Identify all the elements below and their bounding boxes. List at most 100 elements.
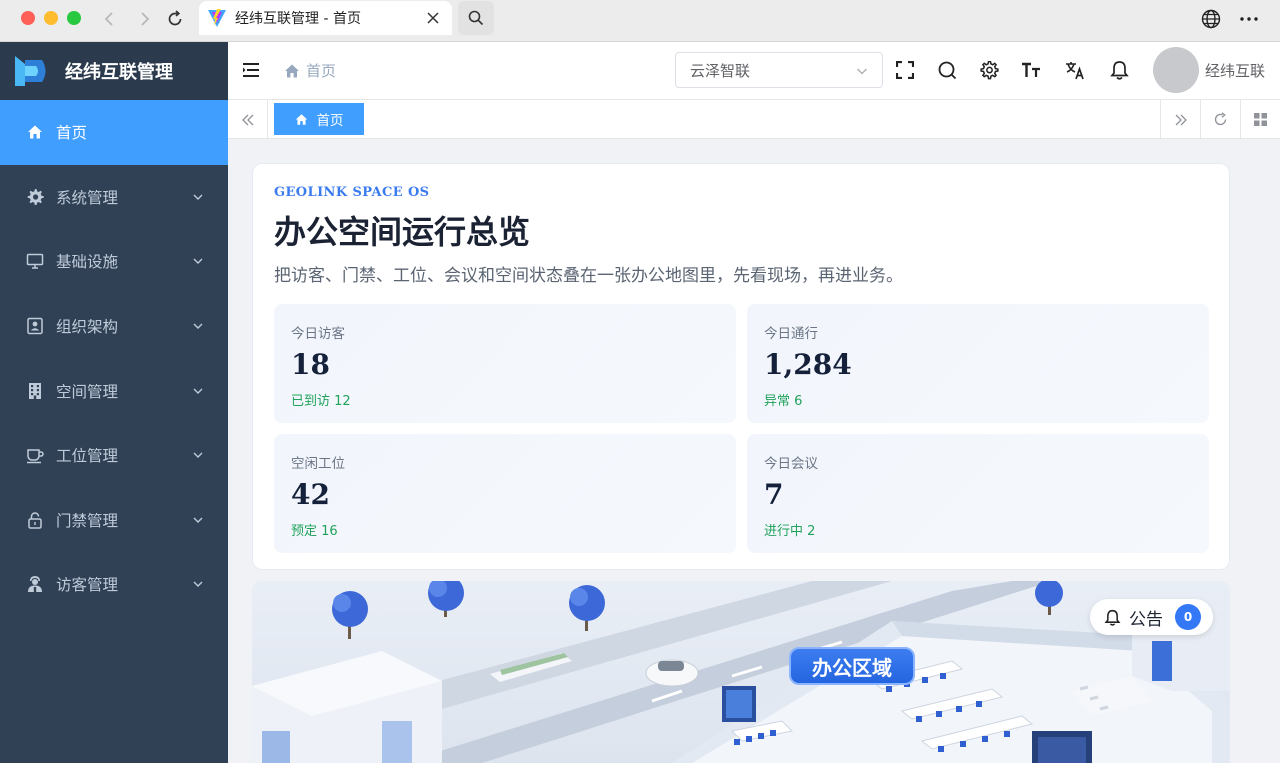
gear-icon [26,188,44,206]
window-maximize-button[interactable] [67,11,81,25]
browser-tab[interactable]: 经纬互联管理 - 首页 [199,1,452,35]
cup-icon [26,446,44,464]
sidebar-item-infrastructure[interactable]: 基础设施 [0,229,228,294]
window-minimize-button[interactable] [44,11,58,25]
more-menu-button[interactable] [1236,6,1262,32]
browser-chrome: 经纬互联管理 - 首页 [0,0,1280,42]
sidebar-item-workstation[interactable]: 工位管理 [0,423,228,488]
chevron-down-icon [193,323,203,330]
reload-icon [168,10,182,26]
stat-value: 42 [291,478,330,511]
fullscreen-icon [896,61,914,79]
tenant-select[interactable]: 云泽智联 [675,52,883,88]
stat-label: 今日通行 [764,326,818,342]
stat-sub: 异常 6 [764,394,803,409]
fullscreen-button[interactable] [894,59,916,81]
back-button[interactable] [96,6,122,32]
sidebar-item-access[interactable]: 门禁管理 [0,488,228,553]
avatar[interactable] [1153,47,1199,93]
bell-icon [1109,61,1129,80]
breadcrumb-label: 首页 [306,62,337,80]
home-icon [26,123,44,141]
window-close-button[interactable] [21,11,35,25]
gear-icon [979,60,999,79]
notification-button[interactable] [1108,59,1130,81]
search-icon [938,61,956,79]
top-header: 首页 云泽智联 经纬互联 [228,42,1280,100]
reload-button[interactable] [162,6,188,32]
font-size-icon [1022,62,1040,77]
brand[interactable]: 经纬互联管理 [0,42,228,100]
overview-eyebrow: GEOLINK SPACE OS [274,185,430,200]
breadcrumb[interactable]: 首页 [284,60,336,81]
sidebar-item-visitor[interactable]: 访客管理 [0,552,228,617]
sidebar: 经纬互联管理 首页 系统管理 基础设施 组织架构 空间管理 工位管理 门禁管理 … [0,42,228,763]
chevron-down-icon [193,258,203,265]
stat-sub: 进行中 2 [764,524,816,539]
stat-card-visitors[interactable]: 今日访客 18 已到访 12 [274,304,736,423]
chevron-down-icon [193,388,203,394]
tab-search-button[interactable] [458,1,494,35]
sidebar-item-space[interactable]: 空间管理 [0,358,228,423]
more-dots-icon [1240,17,1258,21]
area-label-office[interactable]: 办公区域 [789,647,915,685]
stat-label: 空闲工位 [291,456,345,472]
stat-value: 7 [764,478,784,511]
chevron-down-icon [193,517,203,523]
stat-label: 今日会议 [764,456,818,472]
search-icon [468,10,484,26]
tag-home[interactable]: 首页 [274,103,364,135]
scroll-tags-left-button[interactable] [228,100,268,139]
lock-icon [26,511,44,529]
visitor-icon [26,575,44,593]
id-card-icon [26,317,44,335]
office-map[interactable]: 办公区域 公告 0 [252,581,1230,763]
home-icon [285,64,299,77]
tab-close-button[interactable] [420,5,446,31]
sidebar-item-system[interactable]: 系统管理 [0,165,228,230]
sidebar-item-label: 基础设施 [56,253,119,272]
chevron-right-icon [141,12,150,26]
sidebar-item-home[interactable]: 首页 [0,100,228,165]
chevron-down-icon [193,581,203,588]
stat-value: 1,284 [764,348,852,381]
stat-value: 18 [291,348,330,381]
grid-icon [1254,113,1267,126]
header-search-button[interactable] [936,59,958,81]
building-icon [26,382,44,400]
stat-card-access[interactable]: 今日通行 1,284 异常 6 [747,304,1209,423]
overview-description: 把访客、门禁、工位、会议和空间状态叠在一张办公地图里，先看现场，再进业务。 [274,266,903,286]
translate-icon [1066,62,1084,80]
monitor-icon [26,252,44,270]
refresh-icon [1214,112,1227,126]
user-name[interactable]: 经纬互联 [1205,60,1265,81]
stat-sub: 预定 16 [291,524,338,539]
scroll-tags-right-button[interactable] [1160,100,1200,139]
bell-icon [1104,609,1121,626]
settings-button[interactable] [978,59,1000,81]
notice-button[interactable]: 公告 0 [1090,599,1213,635]
close-icon [427,12,439,24]
stat-card-workstations[interactable]: 空闲工位 42 预定 16 [274,434,736,553]
brand-name: 经纬互联管理 [65,62,173,83]
double-chevron-right-icon [1175,114,1187,125]
stat-card-meetings[interactable]: 今日会议 7 进行中 2 [747,434,1209,553]
sidebar-item-label: 门禁管理 [56,511,119,530]
forward-button[interactable] [132,6,158,32]
stat-sub: 已到访 12 [291,394,351,409]
sidebar-item-label: 组织架构 [56,318,119,337]
font-size-button[interactable] [1020,59,1042,81]
menu-collapse-icon[interactable] [242,62,260,78]
office-map-illustration [252,581,1230,763]
sidebar-item-label: 访客管理 [56,576,119,595]
language-button[interactable] [1198,6,1224,32]
sidebar-item-label: 首页 [56,124,88,143]
page-title: 办公空间运行总览 [274,213,531,251]
notice-count-badge: 0 [1175,604,1201,630]
tab-title: 经纬互联管理 - 首页 [235,11,361,27]
tab-menu-button[interactable] [1240,100,1280,139]
translate-button[interactable] [1064,59,1086,81]
sidebar-item-organization[interactable]: 组织架构 [0,294,228,359]
refresh-tab-button[interactable] [1200,100,1240,139]
vite-logo-icon [208,9,226,27]
